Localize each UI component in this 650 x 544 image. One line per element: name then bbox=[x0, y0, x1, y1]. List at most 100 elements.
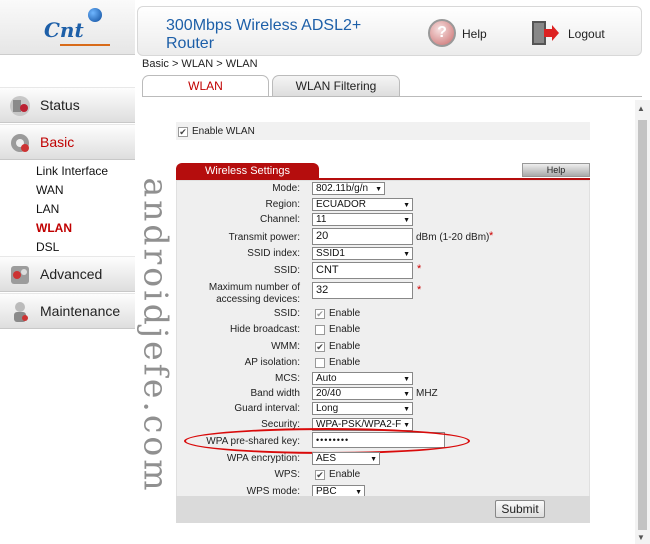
cnt-logo: Cnt bbox=[0, 0, 135, 55]
wps[interactable]: ✔ Enable bbox=[315, 469, 360, 480]
ssid-index-label: SSID index: bbox=[247, 248, 300, 259]
sidebar-subitem-link-interface[interactable]: Link Interface bbox=[36, 164, 108, 178]
ssid-enable-checkbox[interactable]: ✔ bbox=[315, 308, 325, 319]
wmm[interactable]: ✔ Enable bbox=[315, 341, 360, 352]
mcs-select[interactable]: Auto ▼ bbox=[312, 372, 413, 385]
ssid-index-select[interactable]: SSID1 ▼ bbox=[312, 247, 413, 260]
ssid-index-value: SSID1 bbox=[316, 248, 345, 259]
mode-value: 802.11b/g/n bbox=[316, 183, 369, 194]
sidebar-item-label: Maintenance bbox=[40, 303, 121, 319]
hide-broadcast-checkbox[interactable] bbox=[315, 324, 325, 335]
sidebar-item-advanced[interactable]: Advanced bbox=[0, 256, 135, 292]
highlight-oval bbox=[184, 428, 470, 454]
chevron-down-icon: ▼ bbox=[375, 186, 382, 193]
logo-globe-icon bbox=[88, 8, 102, 22]
hide-broadcast[interactable]: Enable bbox=[315, 324, 360, 335]
transmit-power-label: Transmit power: bbox=[228, 232, 300, 243]
sidebar-item-basic[interactable]: Basic bbox=[0, 124, 135, 160]
chevron-down-icon: ▼ bbox=[403, 217, 410, 224]
tab-divider bbox=[142, 96, 642, 97]
mcs-value: Auto bbox=[316, 373, 337, 384]
channel-select[interactable]: 11 ▼ bbox=[312, 213, 413, 226]
page-title: 300Mbps Wireless ADSL2+ Router bbox=[166, 17, 362, 52]
region-select[interactable]: ECUADOR ▼ bbox=[312, 198, 413, 211]
section-title: Wireless Settings bbox=[176, 163, 319, 179]
sidebar-item-label: Basic bbox=[40, 134, 75, 150]
maintenance-icon bbox=[14, 302, 28, 322]
help-link[interactable]: Help bbox=[462, 27, 487, 41]
transmit-power-unit: dBm (1-20 dBm) bbox=[416, 232, 490, 243]
band-width-select[interactable]: 20/40 ▼ bbox=[312, 387, 413, 400]
logo-underline bbox=[60, 44, 110, 46]
sidebar-subitem-wlan[interactable]: WLAN bbox=[36, 221, 72, 235]
band-width-value: 20/40 bbox=[316, 388, 342, 399]
chevron-down-icon: ▼ bbox=[403, 251, 410, 258]
region-label: Region: bbox=[265, 199, 300, 210]
chevron-down-icon: ▼ bbox=[370, 456, 377, 463]
sidebar-item-label: Status bbox=[40, 97, 80, 113]
channel-value: 11 bbox=[316, 214, 327, 225]
ssid-enable-text: Enable bbox=[329, 308, 361, 319]
channel-label: Channel: bbox=[259, 214, 300, 225]
required-mark: * bbox=[417, 284, 422, 296]
advanced-icon bbox=[11, 266, 29, 284]
ap-isolation-label: AP isolation: bbox=[244, 357, 300, 368]
watermark: androidjefe.com bbox=[136, 177, 175, 494]
help-icon[interactable]: ? bbox=[428, 19, 456, 47]
section-divider bbox=[176, 178, 590, 180]
wmm-text: Enable bbox=[329, 341, 361, 352]
chevron-down-icon: ▼ bbox=[403, 391, 410, 398]
ssid-input[interactable]: CNT bbox=[312, 262, 413, 279]
wps-label: WPS: bbox=[274, 469, 300, 480]
ssid-enable[interactable]: ✔ Enable bbox=[315, 308, 360, 319]
transmit-power-input[interactable]: 20 bbox=[312, 228, 413, 245]
logout-icon[interactable] bbox=[530, 19, 560, 47]
sidebar-subitem-wan[interactable]: WAN bbox=[36, 183, 64, 197]
ssid-enable-label: SSID: bbox=[273, 308, 300, 319]
enable-wlan[interactable]: ✔ Enable WLAN bbox=[178, 126, 255, 137]
sidebar-item-maintenance[interactable]: Maintenance bbox=[0, 293, 135, 329]
wpa-encryption-select[interactable]: AES ▼ bbox=[312, 452, 380, 465]
sidebar-subitem-lan[interactable]: LAN bbox=[36, 202, 59, 216]
sidebar-item-status[interactable]: Status bbox=[0, 87, 135, 123]
logout-link[interactable]: Logout bbox=[568, 27, 605, 41]
wmm-label: WMM: bbox=[271, 341, 300, 352]
hide-broadcast-label: Hide broadcast: bbox=[229, 324, 300, 335]
chevron-down-icon: ▼ bbox=[403, 202, 410, 209]
hide-broadcast-text: Enable bbox=[329, 324, 361, 335]
guard-interval-value: Long bbox=[316, 403, 339, 414]
required-mark: * bbox=[417, 263, 422, 275]
sidebar: Cnt Status Basic Link Interface WAN LAN … bbox=[0, 0, 135, 544]
ap-isolation[interactable]: Enable bbox=[315, 357, 360, 368]
section-help-button[interactable]: Help bbox=[522, 163, 590, 177]
header: 300Mbps Wireless ADSL2+ Router ? Help Lo… bbox=[137, 6, 642, 56]
chevron-down-icon: ▼ bbox=[403, 406, 410, 413]
tab-wlan-filtering[interactable]: WLAN Filtering bbox=[272, 75, 400, 97]
sidebar-subitem-dsl[interactable]: DSL bbox=[36, 240, 59, 254]
sidebar-item-label: Advanced bbox=[40, 266, 103, 282]
wpa-encryption-label: WPA encryption: bbox=[226, 453, 300, 464]
guard-interval-label: Guard interval: bbox=[234, 403, 300, 414]
tab-wlan[interactable]: WLAN bbox=[142, 75, 269, 97]
enable-wlan-label: Enable WLAN bbox=[192, 126, 255, 137]
wps-checkbox[interactable]: ✔ bbox=[315, 469, 325, 480]
mode-select[interactable]: 802.11b/g/n ▼ bbox=[312, 182, 385, 195]
wpa-encryption-value: AES bbox=[316, 453, 337, 464]
band-width-unit: MHZ bbox=[416, 388, 438, 399]
enable-wlan-checkbox[interactable]: ✔ bbox=[178, 126, 188, 137]
submit-button[interactable]: Submit bbox=[495, 500, 545, 518]
mode-label: Mode: bbox=[272, 183, 300, 194]
max-devices-input[interactable]: 32 bbox=[312, 282, 413, 299]
scroll-up-icon[interactable]: ▲ bbox=[637, 104, 645, 113]
wmm-checkbox[interactable]: ✔ bbox=[315, 341, 325, 352]
ssid-label: SSID: bbox=[273, 265, 300, 276]
ap-isolation-text: Enable bbox=[329, 357, 361, 368]
band-width-label: Band width bbox=[250, 388, 300, 399]
ap-isolation-checkbox[interactable] bbox=[315, 357, 325, 368]
region-value: ECUADOR bbox=[316, 199, 367, 210]
mcs-label: MCS: bbox=[275, 373, 300, 384]
wps-text: Enable bbox=[329, 469, 361, 480]
scroll-down-icon[interactable]: ▼ bbox=[637, 533, 645, 542]
guard-interval-select[interactable]: Long ▼ bbox=[312, 402, 413, 415]
scrollbar-thumb[interactable] bbox=[638, 120, 647, 530]
